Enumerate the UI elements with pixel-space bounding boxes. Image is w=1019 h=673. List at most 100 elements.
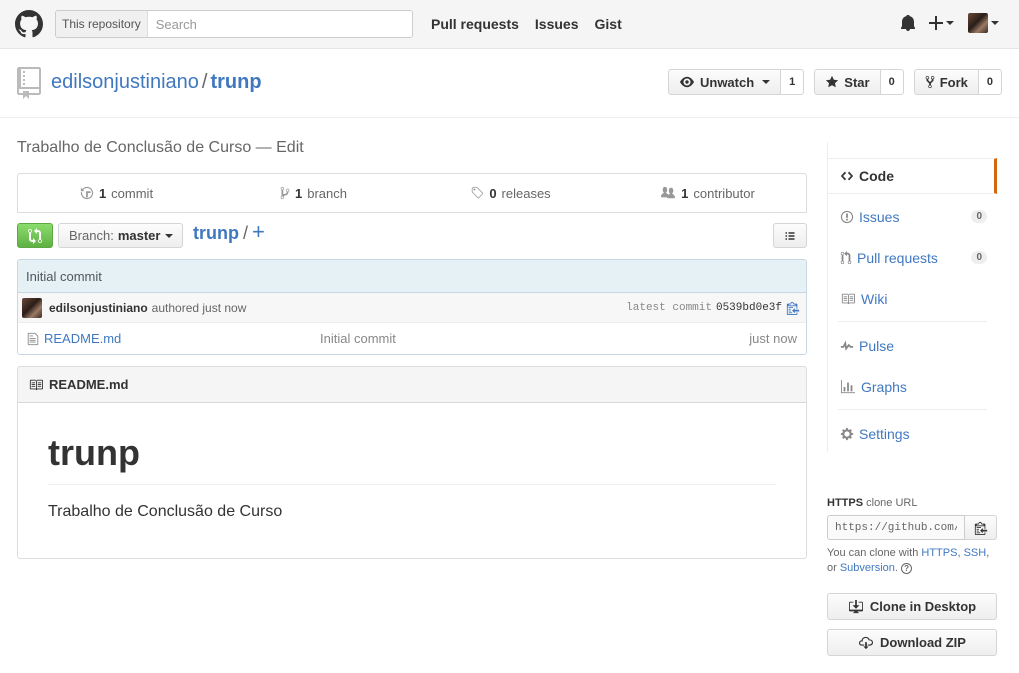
repo-description: Trabalho de Conclusão de Curso — Edit [17,139,304,157]
list-icon [785,231,795,240]
readme-filename: README.md [49,377,129,392]
numbers-summary: 1 commit 1 branch 0 releases 1 contribut… [17,173,807,213]
clone-https-link[interactable]: HTTPS [921,547,957,559]
sidebar-item-graphs[interactable]: Graphs [828,369,997,405]
commit-title[interactable]: Initial commit [18,260,806,293]
readme: README.md trunp Trabalho de Conclusão de… [17,366,807,559]
sidebar-item-label: Graphs [861,379,907,395]
clippy-icon[interactable] [786,301,800,315]
nav-issues[interactable]: Issues [535,16,579,32]
file-navigation: Branch: master trunp / + [17,219,807,248]
file-name-link[interactable]: README.md [44,331,320,346]
file-row: README.md Initial commit just now [18,323,806,354]
compare-icon [28,227,42,244]
latest-commit-label: latest commit [626,301,712,314]
repo-header: edilsonjustiniano / trunp Unwatch 1 Star 0… [0,49,1019,118]
sidebar-item-pull-requests[interactable]: Pull requests 0 [828,240,997,276]
eye-icon [679,76,694,88]
unwatch-button[interactable]: Unwatch [667,69,782,95]
sidebar-nav: Code Issues 0 Pull requests 0 Wiki Pulse… [827,142,997,452]
sidebar-item-wiki[interactable]: Wiki [828,281,997,317]
clone-ssh-link[interactable]: SSH [964,547,987,559]
clone-title: HTTPS clone URL [827,497,997,509]
clone-url-input[interactable] [827,515,965,540]
sidebar-item-label: Code [859,168,894,184]
star-count[interactable]: 0 [880,69,904,95]
sidebar-item-issues[interactable]: Issues 0 [828,199,997,235]
repo-sidebar: Code Issues 0 Pull requests 0 Wiki Pulse… [827,142,997,452]
gear-icon [840,427,854,441]
fork-group: Fork 0 [913,69,1002,95]
repo-name-link[interactable]: trunp [210,71,261,93]
commit-sha[interactable]: 0539bd0e3f [716,302,782,314]
repo-title: edilsonjustiniano / trunp [51,71,262,94]
fork-label: Fork [939,74,968,90]
clone-help-prefix: You can clone with [827,547,919,559]
clippy-icon [974,521,987,535]
copy-clone-url-button[interactable] [965,515,997,540]
sidebar-item-code[interactable]: Code [828,158,997,194]
releases-summary[interactable]: 0 releases [412,174,609,212]
avatar [968,13,988,33]
contributors-summary[interactable]: 1 contributor [609,174,806,212]
commits-summary[interactable]: 1 commit [18,174,215,212]
search-input[interactable] [147,11,412,37]
user-menu-button[interactable] [968,13,999,33]
clone-url-box: HTTPS clone URL You can clone with HTTPS… [827,497,997,576]
sidebar-item-pulse[interactable]: Pulse [828,328,997,364]
breadcrumb-repo-link[interactable]: trunp [193,223,239,243]
issue-icon [840,210,854,224]
help-icon[interactable]: ? [901,562,913,574]
watch-count[interactable]: 1 [781,69,805,95]
search-scope-label: This repository [56,11,148,37]
branches-summary[interactable]: 1 branch [215,174,412,212]
clone-in-desktop-button[interactable]: Clone in Desktop [827,593,997,620]
branch-name: master [117,228,161,243]
pull-request-icon [840,251,852,265]
file-commit-message[interactable]: Initial commit [320,331,396,346]
star-group: Star 0 [814,69,904,95]
compare-button[interactable] [17,223,53,248]
github-logo-icon[interactable] [15,10,43,38]
list-view-button[interactable] [773,223,807,248]
branch-icon [280,186,290,200]
fork-count[interactable]: 0 [978,69,1002,95]
code-icon [840,171,854,181]
file-wrap: Initial commit edilsonjustiniano authore… [17,259,807,355]
avatar[interactable] [22,297,42,318]
pull-requests-count-badge: 0 [971,251,987,264]
branches-label: branch [307,185,347,201]
releases-count: 0 [489,185,497,201]
download-zip-button[interactable]: Download ZIP [827,629,997,656]
star-label: Star [844,74,870,90]
header-user-menu [901,13,999,33]
nav-pull-requests[interactable]: Pull requests [431,16,519,32]
breadcrumb-separator: / [242,223,248,243]
sidebar-divider [838,409,987,410]
chevron-down-icon [991,21,999,25]
readme-header: README.md [18,367,806,403]
bell-icon[interactable] [901,15,915,31]
file-age: just now [749,331,797,346]
chevron-down-icon [946,21,954,25]
clone-help-or: or [827,562,837,574]
create-new-button[interactable] [929,16,954,30]
chevron-down-icon [762,80,771,84]
fork-button[interactable]: Fork [913,69,979,95]
edit-description-link[interactable]: Edit [276,139,304,156]
latest-commit: latest commit 0539bd0e3f [626,301,800,315]
repo-owner-link[interactable]: edilsonjustiniano [51,71,199,93]
nav-gist[interactable]: Gist [595,16,622,32]
new-file-button[interactable]: + [252,219,265,244]
clone-subversion-link[interactable]: Subversion [840,562,895,574]
branch-select-button[interactable]: Branch: master [58,223,183,248]
commit-author[interactable]: edilsonjustiniano [49,301,148,315]
commit-authored-time: authored just now [151,300,247,315]
star-button[interactable]: Star [814,69,881,95]
sidebar-item-settings[interactable]: Settings [828,416,997,452]
site-header: This repository Pull requests Issues Gis… [0,0,1019,49]
file-text-icon [27,332,39,345]
book-icon [29,379,43,390]
readme-body: trunp Trabalho de Conclusão de Curso [18,403,806,549]
